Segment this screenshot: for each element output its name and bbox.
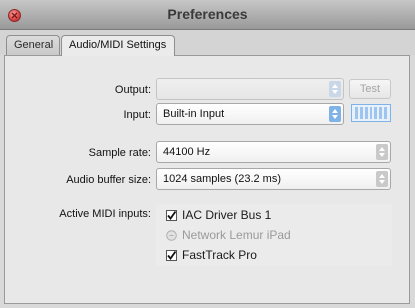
midi-inputs-list: IAC Driver Bus 1 Network Lemur iPad Fast… bbox=[156, 204, 392, 266]
preferences-window: Preferences General Audio/MIDI Settings … bbox=[0, 0, 415, 308]
midi-input-label: IAC Driver Bus 1 bbox=[182, 208, 272, 222]
sample-rate-select[interactable]: 44100 Hz bbox=[156, 141, 391, 163]
radio-disabled-icon bbox=[166, 229, 177, 241]
stepper-icon bbox=[376, 144, 388, 160]
tab-audio-midi-settings[interactable]: Audio/MIDI Settings bbox=[61, 35, 175, 56]
window-title: Preferences bbox=[167, 6, 248, 22]
test-button[interactable]: Test bbox=[349, 79, 391, 99]
output-label: Output: bbox=[114, 84, 151, 96]
buffer-size-label: Audio buffer size: bbox=[66, 174, 151, 186]
checkmark-icon[interactable] bbox=[166, 209, 177, 221]
output-select[interactable] bbox=[156, 78, 344, 100]
midi-input-label: Network Lemur iPad bbox=[182, 228, 291, 242]
sample-rate-value: 44100 Hz bbox=[163, 146, 211, 158]
title-bar[interactable]: Preferences bbox=[0, 0, 415, 30]
midi-inputs-label: Active MIDI inputs: bbox=[59, 208, 151, 220]
stepper-icon bbox=[376, 171, 388, 187]
tab-general[interactable]: General bbox=[6, 35, 60, 55]
midi-input-network-lemur: Network Lemur iPad bbox=[166, 226, 291, 244]
stepper-icon bbox=[329, 106, 341, 122]
sample-rate-label: Sample rate: bbox=[88, 147, 151, 159]
input-value: Built-in Input bbox=[163, 108, 225, 120]
checkmark-icon[interactable] bbox=[166, 249, 177, 261]
input-select[interactable]: Built-in Input bbox=[156, 103, 344, 125]
midi-input-fasttrack-pro[interactable]: FastTrack Pro bbox=[166, 246, 257, 264]
stepper-icon bbox=[329, 81, 341, 97]
buffer-size-select[interactable]: 1024 samples (23.2 ms) bbox=[156, 168, 391, 190]
input-level-meter bbox=[351, 104, 391, 122]
midi-input-label: FastTrack Pro bbox=[182, 248, 257, 262]
tab-bar: General Audio/MIDI Settings bbox=[0, 30, 415, 56]
midi-input-iac-driver[interactable]: IAC Driver Bus 1 bbox=[166, 206, 271, 224]
buffer-size-value: 1024 samples (23.2 ms) bbox=[163, 173, 281, 185]
input-label: Input: bbox=[123, 109, 151, 121]
